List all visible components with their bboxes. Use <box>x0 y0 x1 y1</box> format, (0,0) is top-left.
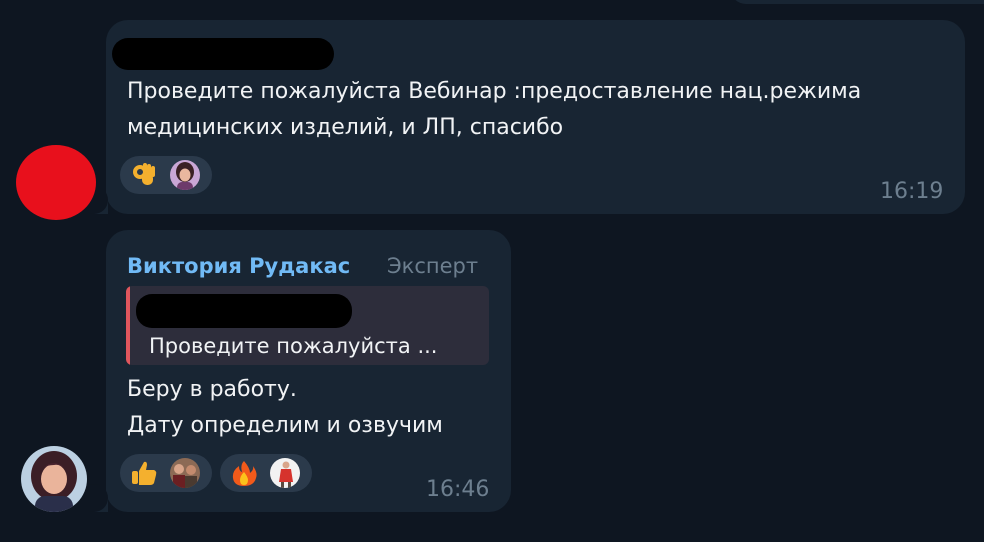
chat-view: Проведите пожалуйста Вебинар :предоставл… <box>0 0 984 542</box>
message-text-line: Проведите пожалуйста Вебинар :предоставл… <box>127 79 862 104</box>
message-bubble[interactable]: Проведите пожалуйста Вебинар :предоставл… <box>106 20 965 214</box>
reactor-avatar <box>170 160 200 190</box>
reaction-chip[interactable] <box>120 156 212 194</box>
sender-name[interactable]: Виктория Рудакас <box>127 252 350 280</box>
message-time: 16:46 <box>426 477 490 502</box>
ok-hand-icon <box>133 163 155 185</box>
reply-preview-text: Проведите пожалуйста ... <box>149 334 438 358</box>
reactor-avatar <box>170 458 200 488</box>
bubble-tail <box>80 186 108 214</box>
fire-icon <box>232 461 257 486</box>
message-bubble[interactable]: Виктория Рудакас Эксперт Проведите пожал… <box>106 230 511 512</box>
reactor-avatar <box>270 458 300 488</box>
reaction-chip[interactable] <box>220 454 312 492</box>
reply-accent-bar <box>126 286 130 365</box>
redacted-sender-name <box>112 38 334 70</box>
message-time: 16:19 <box>880 179 944 204</box>
reply-preview[interactable]: Проведите пожалуйста ... <box>126 286 489 365</box>
reaction-chip[interactable] <box>120 454 212 492</box>
message-text-line: медицинских изделий, и ЛП, спасибо <box>127 115 564 140</box>
message-text-line: Дату определим и озвучим <box>127 413 443 438</box>
previous-message-bubble[interactable] <box>730 0 984 4</box>
user-avatar[interactable] <box>16 145 96 220</box>
thumbs-up-icon <box>132 461 157 485</box>
sender-role-badge: Эксперт <box>387 254 479 278</box>
user-avatar[interactable] <box>21 446 87 512</box>
bubble-tail <box>80 484 108 512</box>
redacted-reply-author <box>136 294 352 328</box>
message-text-line: Беру в работу. <box>127 377 297 402</box>
